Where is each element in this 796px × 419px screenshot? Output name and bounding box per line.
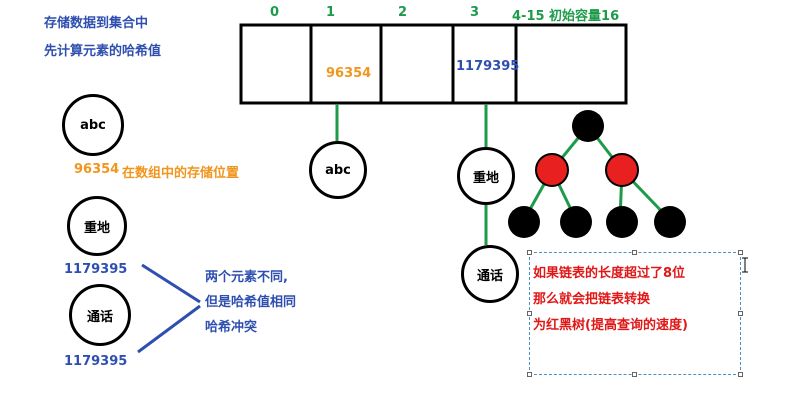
resize-handle-bottom-middle[interactable] xyxy=(632,372,637,377)
chain-node-abc: abc xyxy=(309,141,367,199)
tree-leaf-4-black xyxy=(654,206,686,238)
legend-node-zhongdi: 重地 xyxy=(67,196,127,256)
legend-abc-hash-desc: 在数组中的存储位置 xyxy=(122,166,240,181)
resize-handle-bottom-right[interactable] xyxy=(738,372,743,377)
chain-node-zhongdi-label: 重地 xyxy=(472,170,499,186)
collision-note-line-2: 但是哈希值相同 xyxy=(205,295,297,310)
resize-handle-top-left[interactable] xyxy=(527,250,532,255)
tree-note-line-2[interactable]: 那么就会把链表转换 xyxy=(533,288,650,307)
tree-node-root-black xyxy=(572,110,604,142)
bucket-1-hash: 96354 xyxy=(326,66,372,81)
legend-node-tonghua-label: 通话 xyxy=(86,309,113,325)
resize-handle-top-right[interactable] xyxy=(738,250,743,255)
legend-abc-hash: 96354 xyxy=(74,162,120,177)
bucket-3-hash: 1179395 xyxy=(456,59,520,74)
tree-node-left-red xyxy=(535,153,569,187)
chain-node-tonghua-label: 通话 xyxy=(476,268,503,284)
legend-node-abc-label: abc xyxy=(80,117,106,133)
legend-node-zhongdi-label: 重地 xyxy=(83,220,110,236)
collision-line-upper xyxy=(141,263,201,304)
legend-zhongdi-hash: 1179395 xyxy=(64,262,128,277)
tree-leaf-1-black xyxy=(508,206,540,238)
legend-tonghua-hash: 1179395 xyxy=(64,354,128,369)
text-cursor-icon xyxy=(742,257,748,273)
chain-node-zhongdi: 重地 xyxy=(457,147,515,205)
chain-node-tonghua: 通话 xyxy=(461,245,519,303)
tree-leaf-3-black xyxy=(606,206,638,238)
collision-line-lower xyxy=(137,304,201,354)
array-box xyxy=(239,23,628,105)
legend-node-tonghua: 通话 xyxy=(69,284,131,346)
chain-node-abc-label: abc xyxy=(325,162,351,178)
resize-handle-middle-right[interactable] xyxy=(738,311,743,316)
tree-note-line-1[interactable]: 如果链表的长度超过了8位 xyxy=(533,262,685,281)
resize-handle-top-middle[interactable] xyxy=(632,250,637,255)
resize-handle-bottom-left[interactable] xyxy=(527,372,532,377)
resize-handle-middle-left[interactable] xyxy=(527,311,532,316)
tree-leaf-2-black xyxy=(560,206,592,238)
collision-note-line-1: 两个元素不同, xyxy=(205,270,288,285)
hash-collision-diagram: 存储数据到集合中 先计算元素的哈希值 0 1 2 3 4-15 初始容量16 9… xyxy=(0,0,796,419)
collision-note-line-3: 哈希冲突 xyxy=(205,320,258,335)
tree-node-right-red xyxy=(605,153,639,187)
legend-node-abc: abc xyxy=(62,94,124,156)
tree-note-line-3[interactable]: 为红黑树(提高查询的速度) xyxy=(533,314,688,333)
